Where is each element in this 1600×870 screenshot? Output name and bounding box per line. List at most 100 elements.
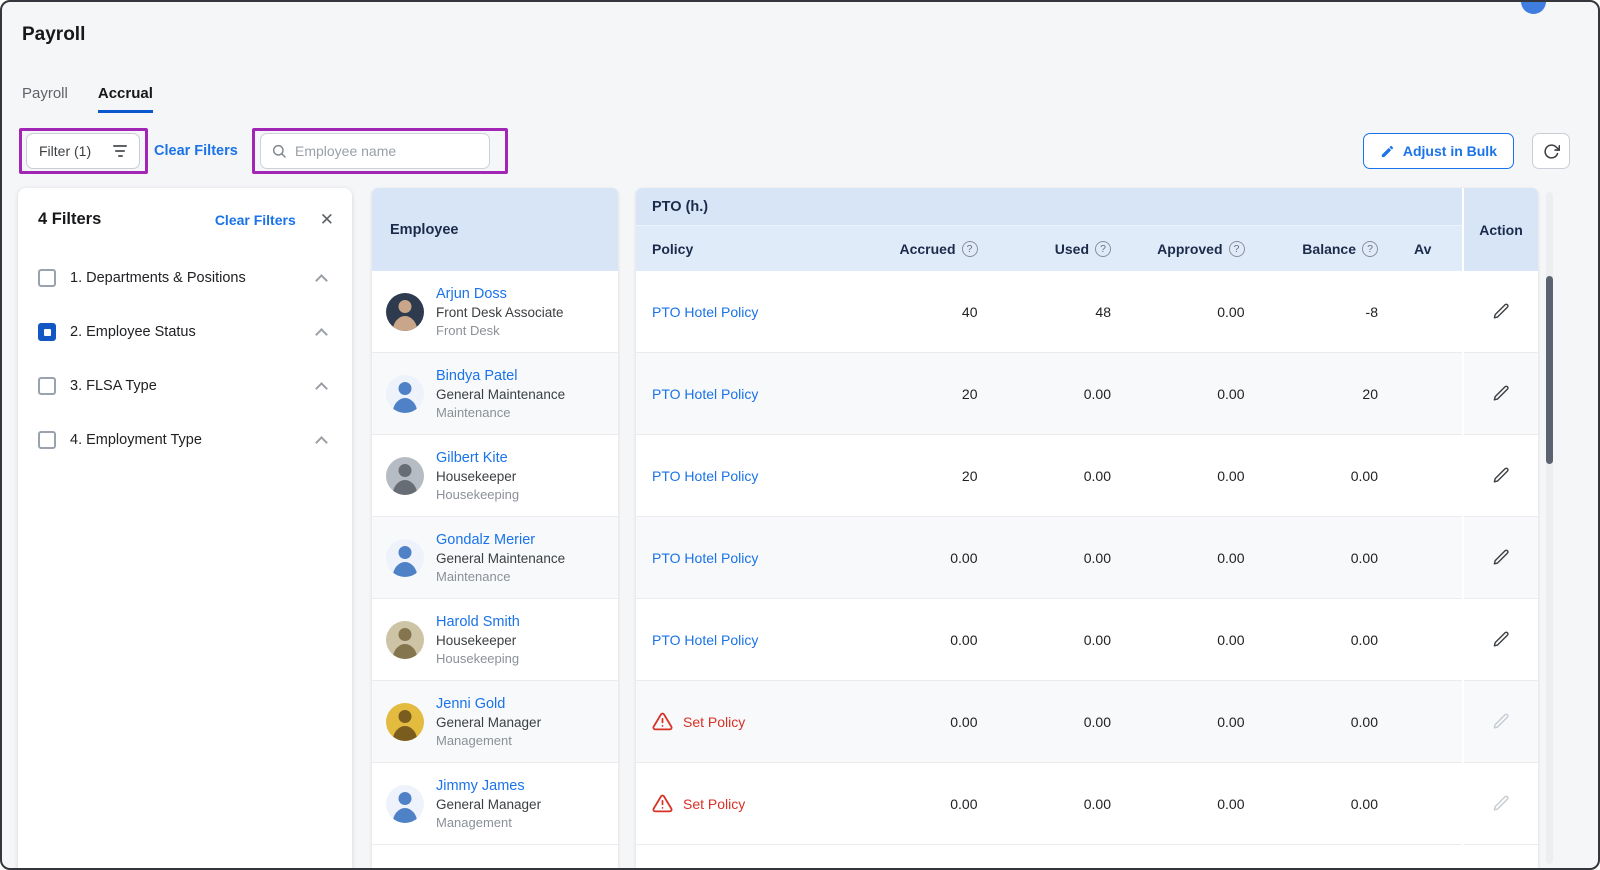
tab-bar: Payroll Accrual (22, 85, 153, 113)
edit-pencil-button[interactable] (1486, 542, 1517, 573)
avatar (386, 702, 424, 741)
filter-item-label: 4. Employment Type (70, 432, 202, 448)
employee-name-link[interactable]: Gilbert Kite (436, 450, 519, 466)
help-icon[interactable] (1228, 240, 1245, 257)
employee-department: Housekeeping (436, 486, 520, 502)
employee-name-link[interactable]: Arjun Doss (436, 286, 564, 302)
employee-position: General Maintenance (436, 550, 566, 566)
edit-pencil-button[interactable] (1486, 378, 1517, 409)
tab-payroll[interactable]: Payroll (22, 85, 68, 113)
action-cells (1464, 271, 1538, 845)
chevron-up-icon[interactable] (315, 273, 328, 287)
chevron-up-icon[interactable] (315, 435, 328, 449)
pencil-icon (1381, 145, 1394, 157)
employee-department: Management (436, 732, 512, 748)
employee-row: Gilbert Kite Housekeeper Housekeeping (372, 435, 618, 517)
adjust-in-bulk-label: Adjust in Bulk (1402, 143, 1497, 159)
panel-clear-filters-link[interactable]: Clear Filters (215, 212, 296, 228)
refresh-icon (1543, 143, 1560, 159)
avatar (386, 374, 424, 413)
employee-row: Jenni Gold General Manager Management (372, 681, 618, 763)
chevron-up-icon[interactable] (315, 381, 328, 395)
column-header-balance: Balance (1275, 240, 1409, 257)
filter-checkbox[interactable] (38, 323, 56, 341)
chevron-up-icon[interactable] (315, 327, 328, 341)
avatar (386, 620, 424, 659)
help-icon[interactable] (1362, 240, 1378, 257)
policy-link[interactable]: PTO Hotel Policy (652, 304, 758, 320)
policy-link[interactable]: Set Policy (683, 714, 745, 730)
action-cell (1464, 435, 1538, 517)
employee-position: Housekeeper (436, 632, 517, 648)
policy-cell: PTO Hotel Policy (636, 304, 874, 320)
refresh-button[interactable] (1532, 133, 1570, 169)
filter-panel: 4 Filters Clear Filters ✕ 1. Departments… (18, 188, 352, 868)
balance-value: 20 (1362, 385, 1378, 402)
approved-value: 0.00 (1217, 713, 1245, 730)
edit-pencil-button (1486, 706, 1517, 737)
employee-column-header: Employee (372, 188, 618, 271)
user-avatar-partial[interactable] (1521, 2, 1546, 14)
filter-item[interactable]: 1. Departments & Positions (38, 251, 332, 305)
pencil-icon (1493, 549, 1509, 565)
help-icon[interactable] (961, 240, 978, 257)
pencil-icon (1493, 303, 1509, 319)
filter-item[interactable]: 2. Employee Status (38, 305, 332, 359)
column-header-accrued: Accrued (874, 240, 1008, 257)
policy-cell: PTO Hotel Policy (636, 468, 874, 484)
tab-accrual[interactable]: Accrual (97, 85, 153, 113)
approved-value: 0.00 (1217, 303, 1245, 320)
vertical-scrollbar[interactable] (1546, 192, 1553, 864)
employee-name-link[interactable]: Harold Smith (436, 614, 520, 630)
warning-icon (652, 794, 673, 813)
employee-department: Maintenance (436, 568, 511, 584)
policy-cell: Set Policy (636, 711, 874, 732)
employee-rows: Arjun Doss Front Desk Associate Front De… (372, 271, 618, 845)
edit-pencil-button[interactable] (1486, 460, 1517, 491)
accrued-value: 40 (961, 303, 978, 320)
employee-position: General Manager (436, 714, 542, 730)
filter-checkbox[interactable] (38, 431, 56, 449)
edit-pencil-button[interactable] (1486, 296, 1517, 327)
pto-row: PTO Hotel Policy 40 48 0.00 -8 (636, 271, 1462, 353)
search-input[interactable] (295, 143, 479, 159)
filter-checkbox[interactable] (38, 377, 56, 395)
employee-name-link[interactable]: Jimmy James (436, 778, 541, 794)
edit-pencil-button[interactable] (1486, 624, 1517, 655)
clear-filters-link[interactable]: Clear Filters (154, 143, 238, 159)
close-icon[interactable]: ✕ (320, 211, 334, 228)
filter-checkbox[interactable] (38, 269, 56, 287)
balance-value: -8 (1365, 303, 1378, 320)
search-icon (272, 144, 286, 158)
employee-name-link[interactable]: Gondalz Merier (436, 532, 565, 548)
pto-group-header: PTO (h.) (636, 188, 1462, 226)
search-box[interactable] (260, 133, 490, 169)
employee-department: Front Desk (436, 322, 500, 338)
accrued-value: 0.00 (950, 795, 978, 812)
policy-link[interactable]: Set Policy (683, 796, 745, 812)
balance-value: 0.00 (1350, 713, 1378, 730)
used-value: 0.00 (1083, 549, 1111, 566)
scrollbar-thumb[interactable] (1546, 276, 1553, 464)
filter-item[interactable]: 3. FLSA Type (38, 359, 332, 413)
help-icon[interactable] (1095, 240, 1111, 257)
adjust-in-bulk-button[interactable]: Adjust in Bulk (1362, 133, 1514, 169)
employee-name-link[interactable]: Jenni Gold (436, 696, 541, 712)
policy-link[interactable]: PTO Hotel Policy (652, 468, 758, 484)
employee-position: General Manager (436, 796, 542, 812)
page-title: Payroll (22, 24, 86, 45)
employee-table: Employee Arjun Doss Front Desk Associate… (372, 188, 618, 868)
filter-item[interactable]: 4. Employment Type (38, 413, 332, 467)
action-cell (1464, 599, 1538, 681)
filter-button[interactable]: Filter (1) (26, 133, 140, 169)
policy-link[interactable]: PTO Hotel Policy (652, 632, 758, 648)
avatar (386, 784, 424, 823)
pto-subheader: Policy Accrued Used Approved Balance Av (636, 226, 1462, 271)
policy-link[interactable]: PTO Hotel Policy (652, 550, 758, 566)
policy-cell: PTO Hotel Policy (636, 550, 874, 566)
used-value: 48 (1095, 303, 1111, 320)
employee-name-link[interactable]: Bindya Patel (436, 368, 565, 384)
policy-link[interactable]: PTO Hotel Policy (652, 386, 758, 402)
employee-info: Jenni Gold General Manager Management (436, 696, 541, 748)
avatar (386, 456, 424, 495)
